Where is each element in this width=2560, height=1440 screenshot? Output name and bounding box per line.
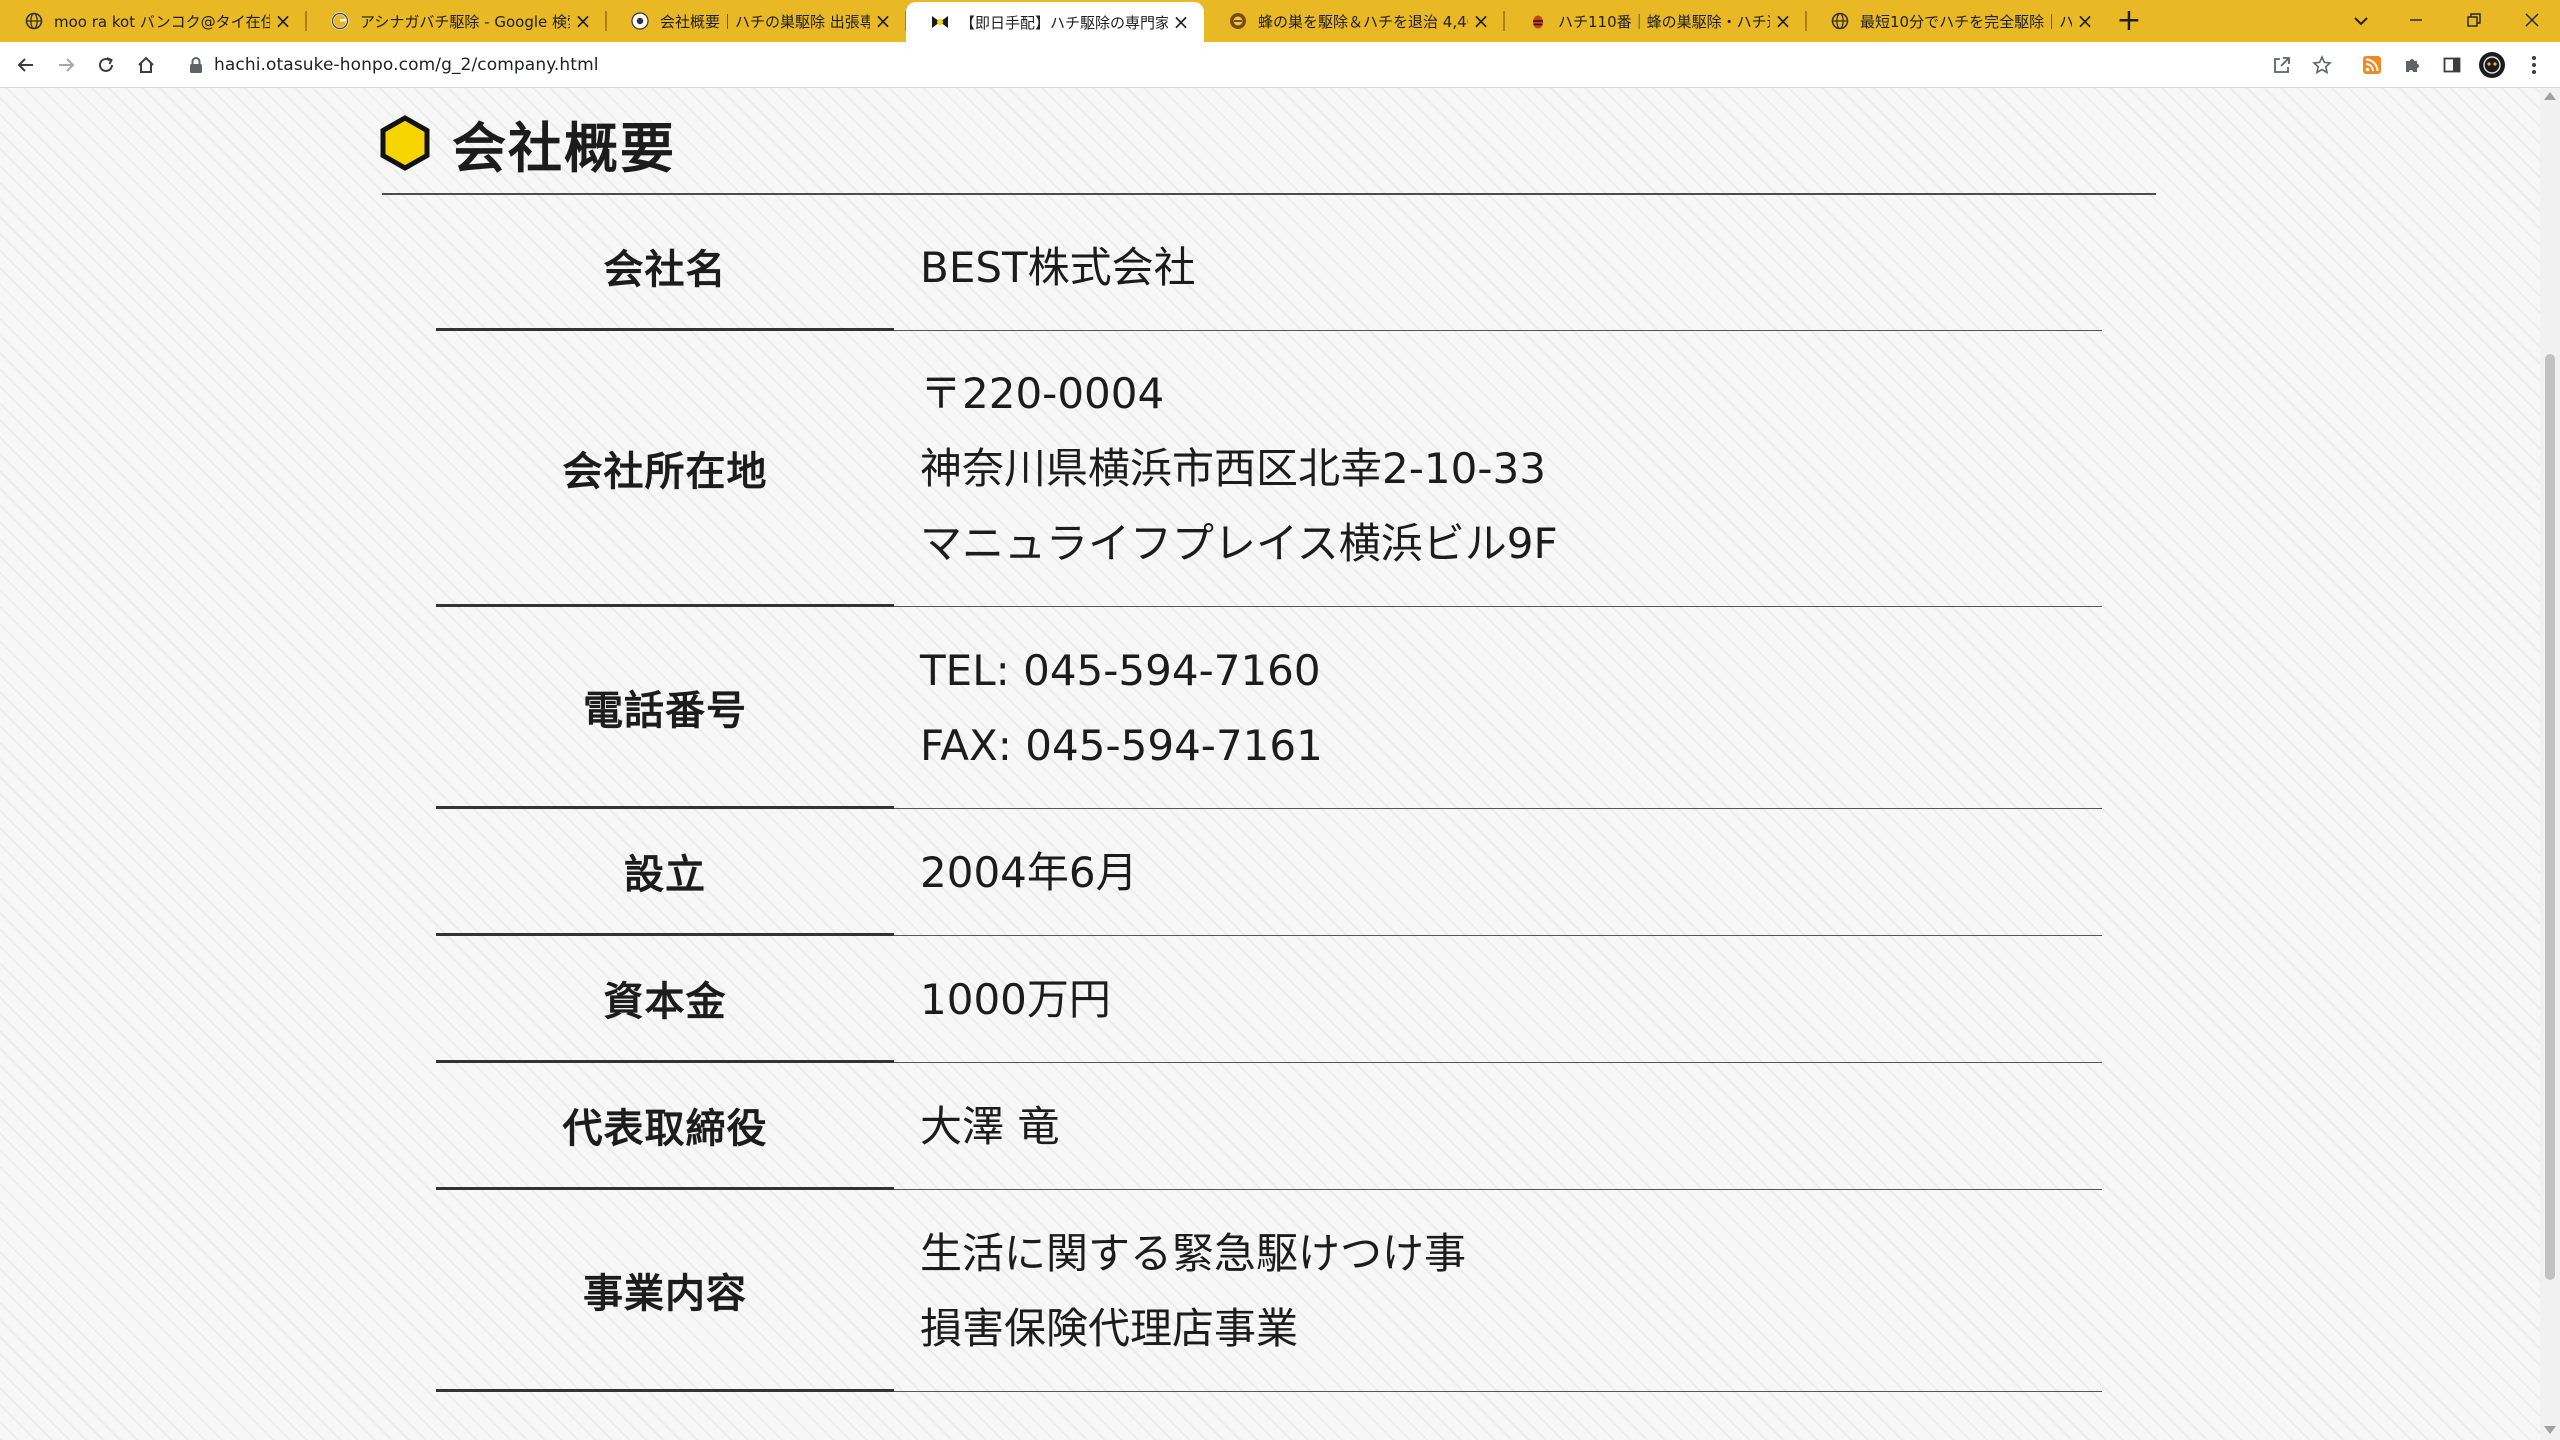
bee-site-icon: [630, 11, 650, 31]
table-row-address: 会社所在地 〒220-0004 神奈川県横浜市西区北幸2-10-33 マニュライ…: [436, 331, 2102, 607]
new-tab-button[interactable]: +: [2112, 5, 2146, 39]
tab-10min-removal[interactable]: 最短10分でハチを完全駆除｜ハチ ×: [1806, 0, 2108, 42]
scrollbar-thumb[interactable]: [2545, 354, 2555, 1280]
profile-avatar[interactable]: [2476, 49, 2508, 81]
restore-button[interactable]: [2446, 0, 2502, 40]
tab-google-search[interactable]: アシナガバチ駆除 - Google 検索 ×: [306, 0, 607, 42]
browser-toolbar: hachi.otasuke-honpo.com/g_2/company.html: [0, 42, 2560, 88]
value-line: BEST株式会社: [920, 242, 1196, 292]
url-text[interactable]: hachi.otasuke-honpo.com/g_2/company.html: [214, 55, 599, 75]
row-label: 設立: [436, 809, 894, 936]
table-row-established: 設立 2004年6月: [436, 809, 2102, 936]
tab-strip: moo ra kot バンコク@タイ在住／新 × アシナガバチ駆除 - Goog…: [0, 0, 2560, 42]
row-value: 生活に関する緊急駆けつけ事 損害保険代理店事業: [894, 1190, 2102, 1392]
close-tab-icon[interactable]: ×: [1770, 8, 1796, 34]
value-line: 〒220-0004: [920, 369, 1165, 418]
close-tab-icon[interactable]: ×: [870, 8, 896, 34]
close-tab-icon[interactable]: ×: [270, 8, 296, 34]
tab-title: 蜂の巣を駆除＆ハチを退治 4,400円: [1258, 12, 1468, 31]
row-label: 代表取締役: [436, 1063, 894, 1190]
google-icon: [330, 11, 350, 31]
value-line: FAX: 045-594-7161: [920, 720, 1323, 770]
section-heading: 会社概要: [380, 102, 676, 184]
row-value: 1000万円: [894, 936, 2102, 1063]
row-label: 会社名: [436, 204, 894, 331]
tab-company-overview[interactable]: 会社概要｜ハチの巣駆除 出張専門 ×: [606, 0, 907, 42]
close-tab-icon[interactable]: ×: [570, 8, 596, 34]
home-icon[interactable]: [130, 49, 162, 81]
table-row-capital: 資本金 1000万円: [436, 936, 2102, 1063]
globe-icon: [1830, 11, 1850, 31]
value-line: TEL: 045-594-7160: [920, 645, 1321, 695]
side-panel-icon[interactable]: [2436, 49, 2468, 81]
globe-icon: [24, 11, 44, 31]
page-viewport: 会社概要 会社名 BEST株式会社 会社所在地 〒220-0004 神奈川県横浜…: [0, 88, 2540, 1440]
bee-logo-icon: [930, 12, 950, 32]
table-row-phone: 電話番号 TEL: 045-594-7160 FAX: 045-594-7161: [436, 607, 2102, 809]
value-line: マニュライフプレイス横浜ビル9F: [920, 519, 1558, 568]
row-label: 資本金: [436, 936, 894, 1063]
rss-extension-icon[interactable]: [2356, 49, 2388, 81]
row-value: BEST株式会社: [894, 204, 2102, 331]
value-line: 大澤 竜: [920, 1101, 1060, 1151]
value-line: 1000万円: [920, 974, 1111, 1024]
close-tab-icon[interactable]: ×: [1468, 8, 1494, 34]
row-label: 電話番号: [436, 607, 894, 809]
table-row-business: 事業内容 生活に関する緊急駆けつけ事 損害保険代理店事業: [436, 1190, 2102, 1392]
tab-title: moo ra kot バンコク@タイ在住／新: [54, 12, 270, 31]
minimize-button[interactable]: [2388, 0, 2444, 40]
close-tab-icon[interactable]: ×: [1168, 9, 1194, 35]
tab-title: ハチ110番｜蜂の巣駆除・ハチ退治: [1558, 12, 1770, 31]
row-label: 事業内容: [436, 1190, 894, 1392]
address-bar[interactable]: hachi.otasuke-honpo.com/g_2/company.html: [176, 47, 2340, 83]
tab-moo-ra-kot[interactable]: moo ra kot バンコク@タイ在住／新 ×: [0, 0, 307, 42]
tab-active-hachi-expert[interactable]: 【即日手配】ハチ駆除の専門家｜ ×: [906, 2, 1204, 42]
chevron-down-icon[interactable]: [2346, 6, 2376, 36]
tab-hachi-110[interactable]: ハチ110番｜蜂の巣駆除・ハチ退治 ×: [1504, 0, 1807, 42]
table-row-company-name: 会社名 BEST株式会社: [436, 204, 2102, 331]
puzzle-extensions-icon[interactable]: [2396, 49, 2428, 81]
tab-title: 【即日手配】ハチ駆除の専門家｜: [960, 13, 1168, 32]
lock-icon[interactable]: [188, 55, 204, 75]
row-value: 2004年6月: [894, 809, 2102, 936]
wasp-icon: [1528, 11, 1548, 31]
heading-divider: [382, 193, 2156, 195]
close-tab-icon[interactable]: ×: [2072, 8, 2098, 34]
tab-bee-removal-4400[interactable]: 蜂の巣を駆除＆ハチを退治 4,400円 ×: [1204, 0, 1505, 42]
page-title: 会社概要: [452, 116, 676, 180]
scroll-up-arrow-icon[interactable]: [2544, 92, 2556, 100]
vertical-scrollbar[interactable]: [2540, 88, 2560, 1440]
row-value: 大澤 竜: [894, 1063, 2102, 1190]
scroll-down-arrow-icon[interactable]: [2544, 1426, 2556, 1434]
more-menu-icon[interactable]: [2518, 49, 2550, 81]
bee-icon: [1228, 11, 1248, 31]
close-window-button[interactable]: [2504, 0, 2560, 40]
forward-arrow-icon[interactable]: [50, 49, 82, 81]
tab-title: 最短10分でハチを完全駆除｜ハチ: [1860, 12, 2072, 31]
value-line: 神奈川県横浜市西区北幸2-10-33: [920, 444, 1546, 493]
share-icon[interactable]: [2266, 49, 2298, 81]
tab-title: アシナガバチ駆除 - Google 検索: [360, 12, 570, 31]
bookmark-star-icon[interactable]: [2306, 49, 2338, 81]
value-line: 生活に関する緊急駆けつけ事: [920, 1228, 1467, 1278]
back-arrow-icon[interactable]: [10, 49, 42, 81]
company-info-table: 会社名 BEST株式会社 会社所在地 〒220-0004 神奈川県横浜市西区北幸…: [436, 204, 2102, 1392]
table-row-representative: 代表取締役 大澤 竜: [436, 1063, 2102, 1190]
reload-icon[interactable]: [90, 49, 122, 81]
row-label: 会社所在地: [436, 331, 894, 607]
hexagon-icon: [380, 115, 430, 171]
value-line: 損害保険代理店事業: [920, 1303, 1299, 1353]
tab-title: 会社概要｜ハチの巣駆除 出張専門: [660, 12, 870, 31]
value-line: 2004年6月: [920, 847, 1138, 897]
row-value: TEL: 045-594-7160 FAX: 045-594-7161: [894, 607, 2102, 809]
row-value: 〒220-0004 神奈川県横浜市西区北幸2-10-33 マニュライフプレイス横…: [894, 331, 2102, 607]
